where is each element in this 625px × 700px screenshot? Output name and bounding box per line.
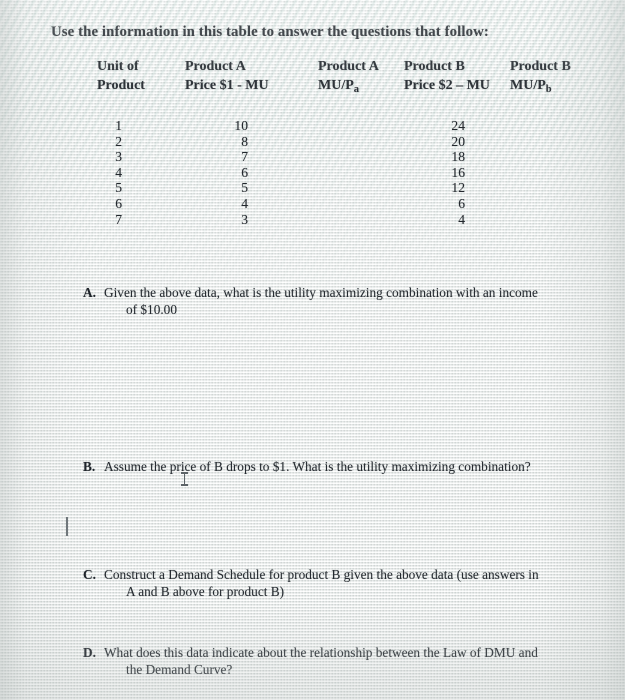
- document-content: Use the information in this table to ans…: [0, 0, 625, 700]
- column-header-line1: Product B: [404, 59, 465, 74]
- column-header-line2: Price $1 - MU: [185, 78, 269, 93]
- scanned-worksheet-page: Use the information in this table to ans…: [0, 0, 625, 700]
- table-column-product-b-mu-per-pb: [535, 118, 563, 227]
- question-c-body: Construct a Demand Schedule for product …: [104, 567, 539, 601]
- table-cell: [535, 118, 563, 134]
- table-cell: 16: [451, 164, 465, 180]
- subscript-a: a: [353, 84, 360, 95]
- question-d-letter: D.: [83, 645, 96, 660]
- column-header-product-b-price: Product B Price $2 – MU: [404, 59, 524, 94]
- table-cell: 5: [115, 180, 122, 196]
- question-a-line1: Given the above data, what is the utilit…: [104, 285, 538, 300]
- table-column-product-a-mu-per-pa: [330, 118, 358, 227]
- table-cell: 20: [451, 133, 465, 149]
- column-header-product-a-price: Product A Price $1 - MU: [185, 59, 305, 94]
- column-header-line2: MU/Pa: [318, 78, 408, 95]
- question-a-body: Given the above data, what is the utilit…: [104, 285, 538, 319]
- question-b-line1: Assume the price of B drops to $1. What …: [104, 459, 531, 474]
- mu-per-p-text: MU/P: [318, 78, 354, 93]
- table-cell: 8: [241, 133, 248, 149]
- table-cell: 5: [241, 180, 248, 196]
- table-cell: [535, 134, 563, 150]
- intro-instruction: Use the information in this table to ans…: [51, 24, 489, 40]
- column-header-product-a-mu-per-pa: Product A MU/Pa: [318, 59, 408, 95]
- table-cell: 7: [115, 211, 122, 227]
- column-header-product-b-mu-per-pb: Product B MU/Pb: [510, 59, 605, 95]
- column-header-line1: Product B: [510, 59, 571, 74]
- column-header-line2: MU/Pb: [510, 78, 605, 95]
- table-cell: 12: [451, 180, 465, 196]
- table-cell: 3: [241, 211, 248, 227]
- table-cell: 3: [115, 149, 122, 165]
- question-c-line2: A and B above for product B): [126, 584, 285, 600]
- table-cell: [330, 180, 358, 196]
- table-cell: 2: [115, 133, 122, 149]
- table-cell: [535, 149, 563, 165]
- table-cell: 24: [451, 118, 465, 133]
- table-cell: [330, 118, 358, 134]
- column-header-line2: Product: [97, 78, 145, 93]
- table-cell: [330, 196, 358, 212]
- column-header-line1: Product A: [318, 59, 379, 74]
- question-c-letter: C.: [83, 567, 96, 582]
- table-cell: [535, 212, 563, 228]
- table-column-product-a-mu: 10 8 7 6 5 4 3: [220, 118, 248, 227]
- table-cell: 6: [241, 164, 248, 180]
- table-cell: [535, 196, 563, 212]
- question-d-line1: What does this data indicate about the r…: [104, 645, 538, 660]
- question-d-line2: the Demand Curve?: [126, 662, 233, 678]
- table-cell: 4: [458, 211, 465, 227]
- table-cell: 6: [458, 195, 465, 211]
- column-header-line2: Price $2 – MU: [404, 78, 490, 93]
- table-cell: [330, 165, 358, 181]
- column-header-unit-of-product: Unit of Product: [97, 59, 187, 94]
- table-cell: [330, 149, 358, 165]
- table-cell: 7: [241, 149, 248, 165]
- table-cell: 10: [234, 118, 248, 133]
- table-cell: [330, 212, 358, 228]
- column-header-line1: Product A: [185, 59, 246, 74]
- question-d-body: What does this data indicate about the r…: [104, 645, 538, 679]
- table-cell: 6: [115, 195, 122, 211]
- question-c-line1: Construct a Demand Schedule for product …: [104, 567, 539, 582]
- table-column-unit-of-product: 1234567: [98, 118, 122, 227]
- table-cell: 4: [115, 164, 122, 180]
- question-b-body: Assume the price of B drops to $1. What …: [104, 459, 531, 475]
- subscript-b: b: [545, 84, 552, 95]
- table-cell: [535, 180, 563, 196]
- column-header-line1: Unit of: [97, 59, 139, 74]
- mu-per-p-text: MU/P: [510, 78, 546, 93]
- table-cell: 1: [115, 118, 122, 133]
- table-cell: 18: [451, 149, 465, 165]
- table-column-product-b-mu: 24 20 18 16 12 6 4: [437, 118, 465, 227]
- table-cell: [330, 134, 358, 150]
- table-cell: [535, 165, 563, 181]
- question-a-line2: of $10.00: [126, 302, 177, 318]
- table-cell: 4: [241, 195, 248, 211]
- question-b-letter: B.: [83, 459, 96, 474]
- question-a-letter: A.: [83, 285, 96, 300]
